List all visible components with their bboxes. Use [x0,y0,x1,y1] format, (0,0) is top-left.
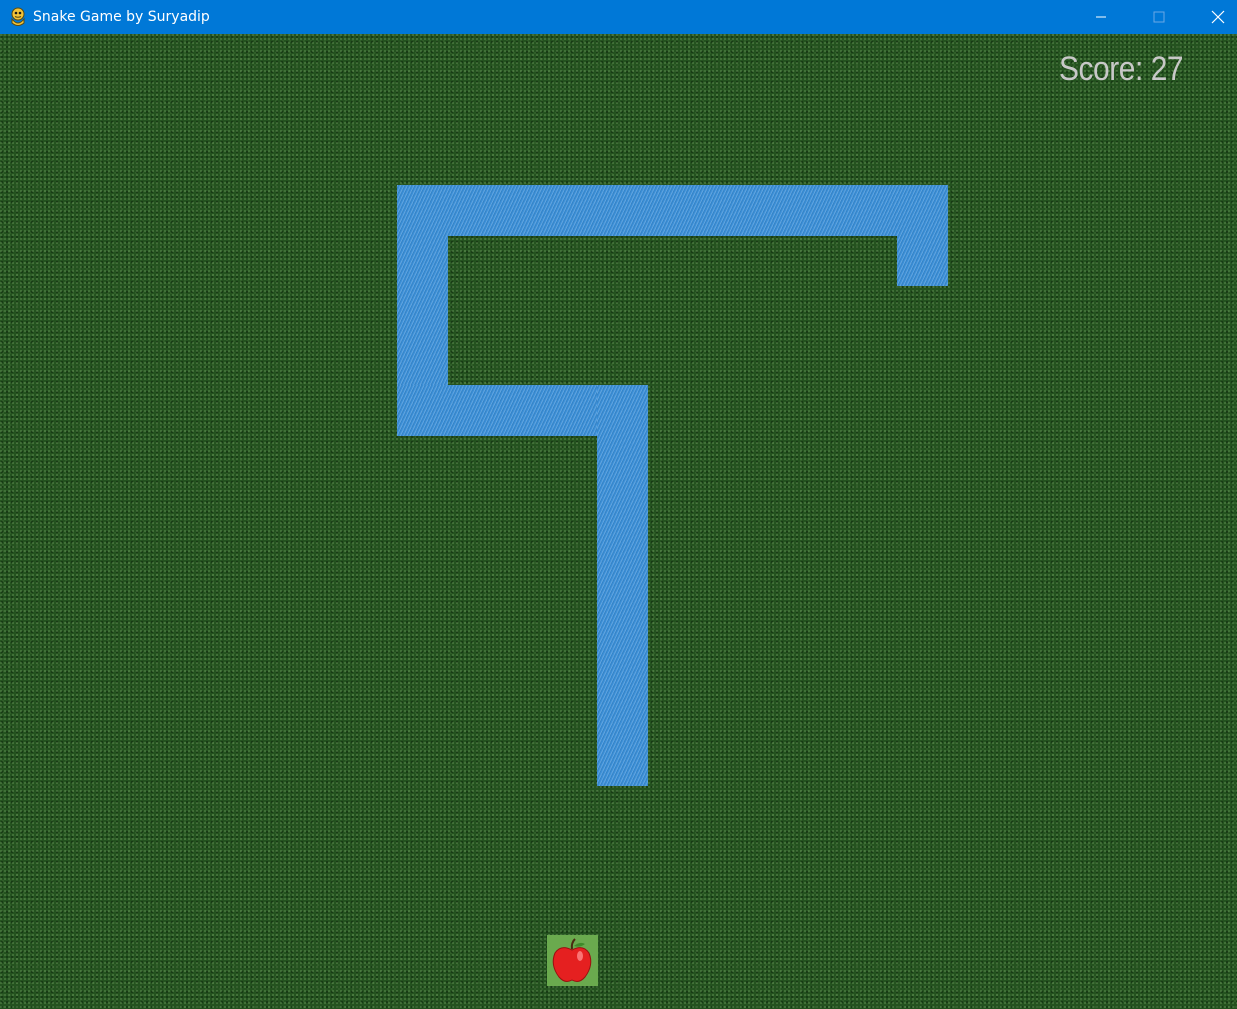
close-icon [1211,10,1225,24]
score-display: Score: 27 [1059,50,1184,88]
game-board[interactable]: Score: 27 [0,34,1237,1009]
window-title: Snake Game by Suryadip [33,9,210,25]
snake-segment [597,385,648,786]
maximize-icon [1153,11,1165,23]
snake-segment [897,185,948,286]
python-icon [9,7,27,27]
food-tile [547,935,598,986]
minimize-button[interactable] [1072,0,1130,34]
window-titlebar[interactable]: Snake Game by Suryadip [0,0,1237,34]
minimize-icon [1095,11,1107,23]
snake-segment [397,185,948,236]
apple-icon [547,938,598,990]
close-button[interactable] [1189,0,1237,34]
maximize-button[interactable] [1130,0,1188,34]
